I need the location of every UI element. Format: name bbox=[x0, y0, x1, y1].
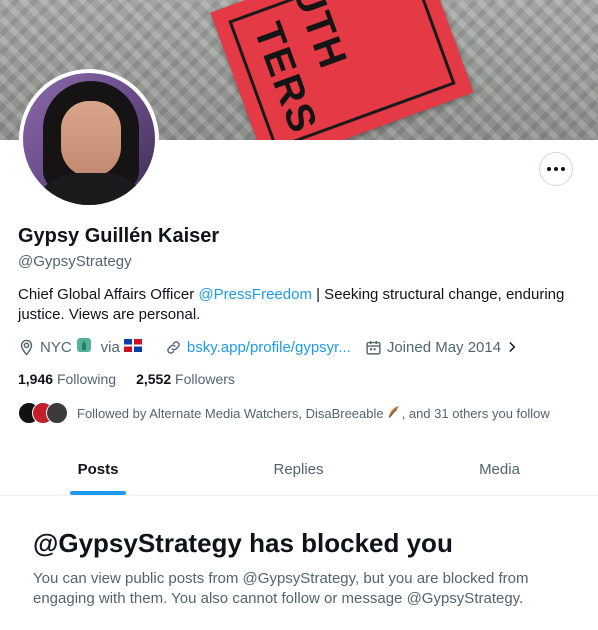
followers-label: Followers bbox=[175, 371, 235, 387]
mini-avatar bbox=[46, 402, 68, 424]
tab-active-indicator bbox=[70, 491, 126, 495]
following-label: Following bbox=[56, 371, 117, 387]
dominican-flag-emoji bbox=[123, 338, 147, 356]
website-link[interactable]: bsky.app/profile/gypsyr... bbox=[187, 339, 351, 356]
more-button[interactable] bbox=[539, 152, 573, 186]
location-text: NYC bbox=[40, 338, 72, 356]
chevron-right-icon bbox=[509, 342, 516, 352]
statue-of-liberty-emoji bbox=[76, 337, 97, 357]
followers-link[interactable]: 2,552 Followers bbox=[136, 371, 235, 387]
profile-name: Gypsy Guillén Kaiser bbox=[18, 225, 220, 247]
location-item: NYC via bbox=[18, 337, 151, 357]
follow-stats: 1,946 Following 2,552 Followers bbox=[18, 371, 235, 387]
tab-replies-label: Replies bbox=[273, 460, 324, 478]
followed-by-suffix: , and 31 others you follow bbox=[401, 405, 550, 421]
more-icon bbox=[547, 167, 565, 171]
blocked-title: @GypsyStrategy has blocked you bbox=[33, 528, 453, 558]
tab-media-label: Media bbox=[479, 460, 520, 478]
followers-you-know-avatars bbox=[18, 401, 68, 425]
followed-by[interactable]: Followed by Alternate Media Watchers, Di… bbox=[18, 401, 550, 425]
joined-text: Joined May 2014 bbox=[386, 338, 502, 356]
calendar-icon bbox=[366, 340, 381, 355]
location-icon bbox=[20, 339, 33, 356]
avatar-photo bbox=[23, 73, 155, 205]
tab-replies[interactable]: Replies bbox=[196, 443, 401, 495]
profile-handle: @GypsyStrategy bbox=[18, 253, 132, 270]
link-icon bbox=[167, 340, 180, 354]
location-via-text: via bbox=[100, 338, 120, 356]
following-link[interactable]: 1,946 Following bbox=[18, 371, 116, 387]
feather-emoji bbox=[387, 405, 401, 422]
tab-posts-label: Posts bbox=[77, 460, 119, 478]
tab-media[interactable]: Media bbox=[401, 443, 598, 495]
bio-text-prefix: Chief Global Affairs Officer bbox=[18, 286, 199, 303]
bio-mention-link[interactable]: @PressFreedom bbox=[198, 286, 312, 303]
following-count: 1,946 bbox=[18, 371, 54, 387]
blocked-body: You can view public posts from @GypsyStr… bbox=[33, 570, 529, 607]
followers-count: 2,552 bbox=[136, 371, 172, 387]
tab-posts[interactable]: Posts bbox=[0, 443, 196, 495]
profile-tabs: Posts Replies Media bbox=[0, 443, 598, 496]
website-item[interactable]: bsky.app/profile/gypsyr... bbox=[165, 339, 351, 356]
profile-meta: NYC via bsky.app/profile/gypsyr... Joine… bbox=[18, 337, 538, 357]
avatar[interactable] bbox=[19, 69, 159, 209]
joined-item[interactable]: Joined May 2014 bbox=[365, 339, 524, 356]
followed-by-text: Followed by Alternate Media Watchers, Di… bbox=[77, 405, 384, 421]
profile-bio: Chief Global Affairs Officer @PressFreed… bbox=[18, 285, 583, 325]
